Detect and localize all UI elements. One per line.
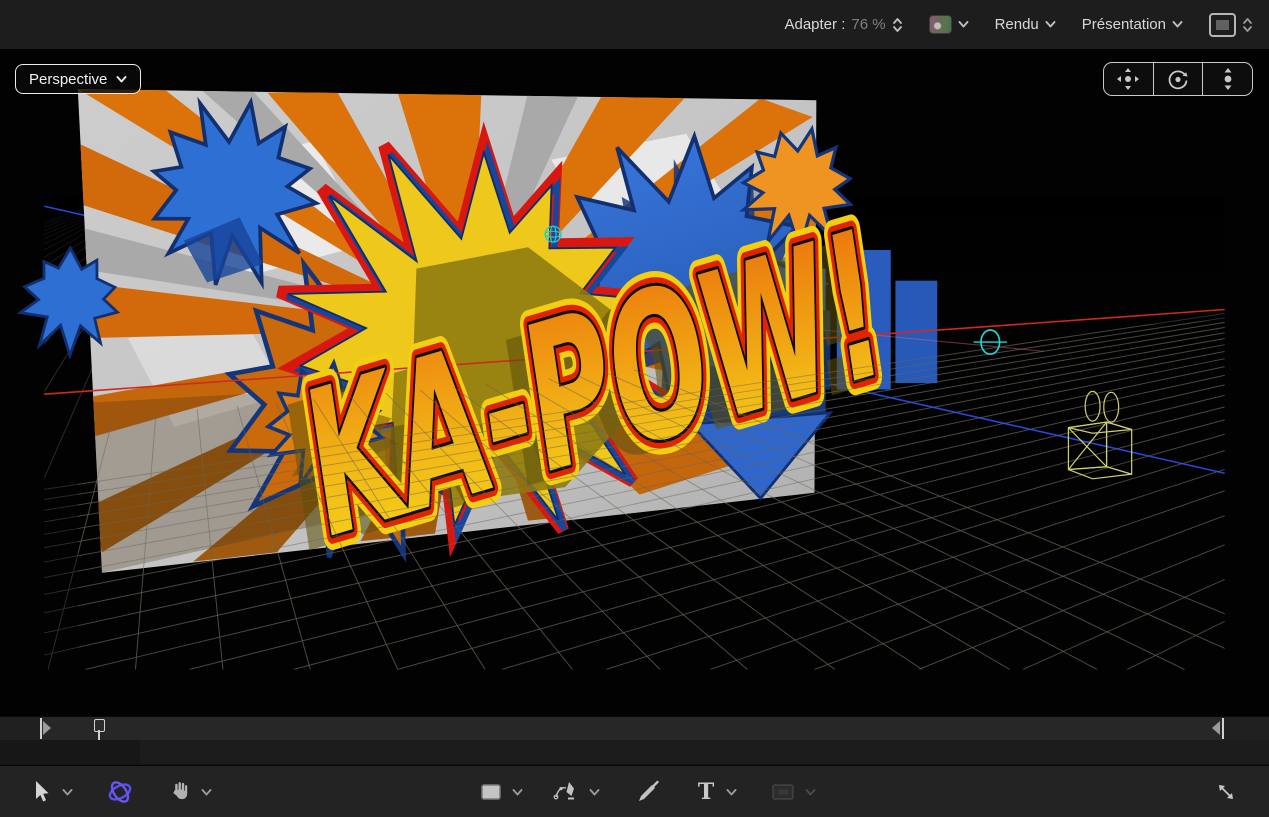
- view-3d-controls: [1103, 62, 1253, 96]
- bottom-toolbar: T: [0, 765, 1269, 817]
- bezier-tool-button[interactable]: [553, 780, 600, 804]
- color-swatch-icon[interactable]: [929, 15, 952, 34]
- stepper-icon[interactable]: [1242, 17, 1253, 33]
- chevron-down-icon[interactable]: [512, 789, 523, 796]
- text-tool-icon: T: [696, 780, 716, 804]
- select-tool-button[interactable]: [32, 780, 73, 804]
- dolly-3d-view-button[interactable]: [1202, 63, 1252, 95]
- chevron-down-icon[interactable]: [62, 789, 73, 796]
- pan-tool-button[interactable]: [169, 780, 212, 804]
- resize-diagonal-icon: [1215, 781, 1237, 803]
- chevron-down-icon: [116, 76, 127, 83]
- camera-menu[interactable]: Perspective: [15, 64, 141, 94]
- rectangle-mask-icon: [771, 783, 795, 801]
- svg-text:T: T: [698, 780, 715, 804]
- timeline-lower-strip: [0, 740, 1269, 764]
- zoom-control[interactable]: Adapter : 76 %: [784, 16, 902, 33]
- text-tool-button[interactable]: T: [696, 780, 737, 804]
- in-marker-icon[interactable]: [43, 721, 51, 735]
- stepper-icon[interactable]: [892, 17, 903, 33]
- chevron-down-icon: [805, 789, 816, 796]
- chevron-down-icon: [1045, 21, 1056, 28]
- pan-3d-view-button[interactable]: [1104, 63, 1153, 95]
- pen-nib-icon: [553, 780, 579, 804]
- presentation-menu-label: Présentation: [1082, 16, 1166, 33]
- chevron-down-icon[interactable]: [726, 789, 737, 796]
- motion-window: Adapter : 76 % Rendu Présentation: [0, 0, 1269, 817]
- select-arrow-icon: [32, 780, 52, 804]
- render-menu-label: Rendu: [995, 16, 1039, 33]
- rectangle-icon: [480, 783, 502, 801]
- top-toolbar: Adapter : 76 % Rendu Présentation: [0, 0, 1269, 50]
- mini-timeline[interactable]: [0, 716, 1269, 765]
- pan-3d-icon: [1115, 67, 1141, 91]
- render-menu[interactable]: Rendu: [995, 16, 1056, 33]
- paintbrush-tool-button[interactable]: [636, 780, 660, 804]
- hand-icon: [169, 780, 191, 804]
- zoom-label: Adapter :: [784, 16, 845, 33]
- out-marker-icon[interactable]: [1212, 721, 1220, 735]
- color-swatch-menu[interactable]: [929, 15, 969, 34]
- layout-pane-icon[interactable]: [1209, 13, 1236, 37]
- orbit-3d-view-button[interactable]: [1153, 63, 1203, 95]
- dolly-3d-icon: [1219, 67, 1237, 91]
- rectangle-mask-tool-button[interactable]: [771, 783, 816, 801]
- chevron-down-icon[interactable]: [589, 789, 600, 796]
- in-marker-line[interactable]: [40, 718, 42, 739]
- zoom-value[interactable]: 76 %: [851, 16, 885, 33]
- camera-wireframe[interactable]: [1068, 391, 1131, 478]
- camera-menu-label: Perspective: [29, 71, 107, 88]
- chevron-down-icon: [1172, 21, 1183, 28]
- rectangle-tool-button[interactable]: [480, 783, 523, 801]
- scene-3d: KA-POW! KA-POW! KA-POW! KA-POW!: [0, 50, 1269, 716]
- presentation-menu[interactable]: Présentation: [1082, 16, 1183, 33]
- chevron-down-icon: [958, 21, 969, 28]
- orbit-3d-icon: [1166, 67, 1190, 91]
- chevron-down-icon[interactable]: [201, 789, 212, 796]
- layout-pane-control[interactable]: [1209, 13, 1253, 37]
- canvas-viewport[interactable]: KA-POW! KA-POW! KA-POW! KA-POW!: [0, 50, 1269, 716]
- resize-handle-button[interactable]: [1215, 781, 1237, 803]
- transform-3d-icon: [105, 778, 135, 806]
- transform-3d-tool-button[interactable]: [105, 778, 135, 806]
- paintbrush-icon: [636, 780, 660, 804]
- timeline-track[interactable]: [0, 716, 1269, 741]
- out-marker-line[interactable]: [1222, 718, 1224, 739]
